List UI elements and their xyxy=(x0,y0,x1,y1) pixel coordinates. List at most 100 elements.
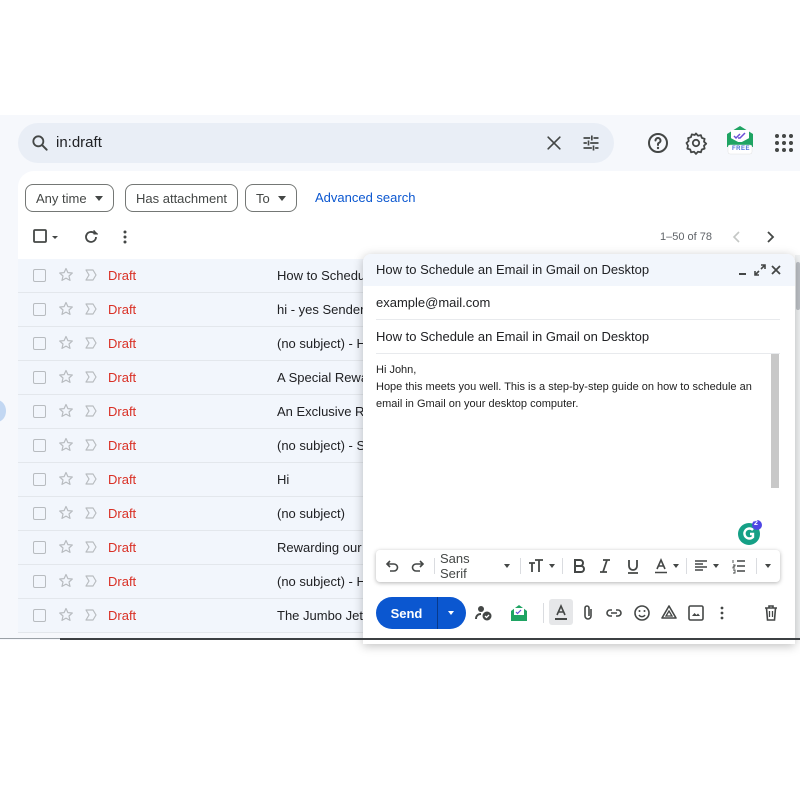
important-marker-icon[interactable] xyxy=(84,540,98,554)
email-subject: A Special Rewar xyxy=(277,370,373,385)
attach-file-icon[interactable] xyxy=(579,604,597,622)
email-subject: How to Schedul xyxy=(277,268,369,283)
important-marker-icon[interactable] xyxy=(84,438,98,452)
more-formatting-button[interactable] xyxy=(760,557,771,575)
discard-draft-icon[interactable] xyxy=(762,604,780,622)
important-marker-icon[interactable] xyxy=(84,472,98,486)
send-button[interactable]: Send xyxy=(376,597,438,629)
text-size-icon xyxy=(529,559,543,572)
chevron-right-icon[interactable] xyxy=(761,228,779,246)
text-color-button[interactable] xyxy=(654,557,679,575)
italic-icon[interactable] xyxy=(598,557,612,575)
bold-icon[interactable] xyxy=(572,557,586,575)
advanced-search-link[interactable]: Advanced search xyxy=(315,190,415,205)
important-marker-icon[interactable] xyxy=(84,370,98,384)
important-marker-icon[interactable] xyxy=(84,336,98,350)
star-icon[interactable] xyxy=(58,607,74,623)
sender-verify-icon[interactable] xyxy=(475,604,493,622)
formatting-options-toggle[interactable] xyxy=(549,599,573,625)
row-checkbox[interactable] xyxy=(33,609,46,622)
star-icon[interactable] xyxy=(58,301,74,317)
important-marker-icon[interactable] xyxy=(84,404,98,418)
page-scrollbar-thumb[interactable] xyxy=(796,262,800,310)
emoji-icon[interactable] xyxy=(633,604,651,622)
insert-photo-icon[interactable] xyxy=(687,604,705,622)
row-checkbox[interactable] xyxy=(33,303,46,316)
star-icon[interactable] xyxy=(58,335,74,351)
gear-icon[interactable] xyxy=(684,131,708,155)
more-options-icon[interactable] xyxy=(116,228,134,246)
search-bar[interactable]: in:draft xyxy=(18,123,614,163)
close-icon[interactable] xyxy=(769,263,783,277)
important-marker-icon[interactable] xyxy=(84,268,98,282)
row-checkbox[interactable] xyxy=(33,269,46,282)
page-scrollbar-track[interactable] xyxy=(795,255,800,640)
minimize-icon[interactable] xyxy=(736,263,750,277)
font-family-select[interactable]: Sans Serif xyxy=(440,551,510,581)
body-scrollbar[interactable] xyxy=(771,354,779,488)
more-options-icon[interactable] xyxy=(713,604,731,622)
filter-has-attachment-label: Has attachment xyxy=(136,190,228,206)
chevron-left-icon[interactable] xyxy=(728,228,746,246)
draft-label: Draft xyxy=(108,540,137,555)
draft-label: Draft xyxy=(108,302,137,317)
star-icon[interactable] xyxy=(58,267,74,283)
row-checkbox[interactable] xyxy=(33,575,46,588)
google-drive-icon[interactable] xyxy=(660,604,678,622)
filter-to[interactable]: To xyxy=(245,184,297,212)
important-marker-icon[interactable] xyxy=(84,608,98,622)
row-checkbox[interactable] xyxy=(33,473,46,486)
star-icon[interactable] xyxy=(58,471,74,487)
insert-link-icon[interactable] xyxy=(605,604,623,622)
star-icon[interactable] xyxy=(58,505,74,521)
compose-header[interactable]: How to Schedule an Email in Gmail on Des… xyxy=(363,254,795,286)
to-field[interactable]: example@mail.com xyxy=(376,286,780,320)
important-marker-icon[interactable] xyxy=(84,574,98,588)
email-tracker-extension-badge[interactable]: FREE xyxy=(724,125,756,155)
filter-has-attachment[interactable]: Has attachment xyxy=(125,184,239,212)
email-subject: An Exclusive Re xyxy=(277,404,372,419)
undo-icon[interactable] xyxy=(384,557,400,575)
star-icon[interactable] xyxy=(58,573,74,589)
subject-field[interactable]: How to Schedule an Email in Gmail on Des… xyxy=(376,320,780,354)
envelope-check-icon[interactable] xyxy=(509,604,529,622)
refresh-icon[interactable] xyxy=(82,228,100,246)
filter-any-time-label: Any time xyxy=(36,190,87,206)
email-subject: Hi xyxy=(277,472,290,487)
expand-icon[interactable] xyxy=(753,263,767,277)
message-body[interactable]: Hi John, Hope this meets you well. This … xyxy=(376,362,766,413)
important-marker-icon[interactable] xyxy=(84,302,98,316)
filter-any-time[interactable]: Any time xyxy=(25,184,114,212)
row-checkbox[interactable] xyxy=(33,507,46,520)
search-options-icon[interactable] xyxy=(581,133,601,153)
star-icon[interactable] xyxy=(58,437,74,453)
row-checkbox[interactable] xyxy=(33,405,46,418)
schedule-send-button[interactable] xyxy=(438,597,466,629)
row-checkbox[interactable] xyxy=(33,371,46,384)
select-menu-caret-icon[interactable] xyxy=(50,228,60,246)
redo-icon[interactable] xyxy=(410,557,426,575)
chevron-down-icon xyxy=(549,564,555,568)
star-icon[interactable] xyxy=(58,369,74,385)
select-all-checkbox[interactable] xyxy=(32,228,50,246)
star-icon[interactable] xyxy=(58,403,74,419)
row-checkbox[interactable] xyxy=(33,439,46,452)
chevron-down-icon xyxy=(94,195,103,201)
font-size-button[interactable] xyxy=(528,557,555,575)
search-icon[interactable] xyxy=(30,133,50,153)
important-marker-icon[interactable] xyxy=(84,506,98,520)
toolbar-divider xyxy=(520,558,521,574)
chevron-down-icon xyxy=(504,564,510,568)
star-icon[interactable] xyxy=(58,539,74,555)
chevron-down-icon xyxy=(448,611,454,615)
search-input[interactable]: in:draft xyxy=(56,134,102,151)
help-icon[interactable] xyxy=(646,131,670,155)
underline-icon[interactable] xyxy=(626,557,640,575)
row-checkbox[interactable] xyxy=(33,337,46,350)
align-button[interactable] xyxy=(694,557,719,575)
close-icon[interactable] xyxy=(544,133,564,153)
row-checkbox[interactable] xyxy=(33,541,46,554)
numbered-list-icon[interactable] xyxy=(732,557,746,575)
grammarly-button[interactable]: 2 xyxy=(737,520,763,546)
apps-grid-icon[interactable] xyxy=(772,131,796,155)
